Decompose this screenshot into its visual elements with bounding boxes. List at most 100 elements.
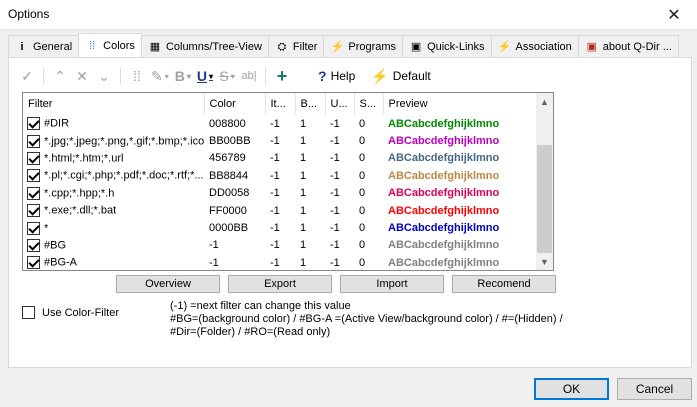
- row-checkbox[interactable]: [27, 221, 40, 235]
- cancel-button[interactable]: Cancel: [617, 378, 692, 400]
- strike-cell: 0: [359, 187, 366, 200]
- tab-filter[interactable]: ⛭ Filter: [267, 35, 325, 57]
- table-row[interactable]: *.jpg;*.jpeg;*.png,*.gif;*.bmp;*.ico BB0…: [23, 132, 538, 149]
- column-header[interactable]: U...: [325, 93, 355, 115]
- add-icon[interactable]: +: [271, 65, 293, 87]
- tab-label: Programs: [348, 40, 397, 53]
- tab-general[interactable]: i General: [8, 35, 80, 57]
- table-row[interactable]: *.html;*.htm;*.url 456789 -1 1 -1 0 ABCa…: [23, 150, 538, 167]
- recomend-button[interactable]: Recomend: [452, 275, 556, 293]
- use-color-filter-checkbox[interactable]: [22, 306, 35, 319]
- table-row[interactable]: *.pl;*.cgi;*.php;*.pdf;*.doc;*.rtf;*... …: [23, 167, 538, 184]
- tab-label: Filter: [292, 40, 318, 53]
- chevron-down-icon: ▾: [164, 71, 169, 81]
- filter-text: #BG: [44, 239, 67, 252]
- export-button[interactable]: Export: [228, 275, 332, 293]
- underline-cell: -1: [330, 187, 340, 200]
- row-checkbox[interactable]: [27, 117, 40, 131]
- row-checkbox[interactable]: [27, 238, 40, 252]
- chevron-down-icon: ▾: [186, 71, 191, 81]
- delete-icon[interactable]: ✕: [71, 65, 93, 87]
- color-cell: DD0058: [209, 187, 250, 200]
- strikethrough-icon[interactable]: S ▾: [216, 65, 238, 87]
- text-preview-icon[interactable]: ab|: [238, 65, 260, 87]
- use-color-filter-label: Use Color-Filter: [42, 306, 120, 319]
- column-header[interactable]: It...: [265, 93, 296, 115]
- toolbar-separator: [265, 67, 267, 85]
- filter-cell: *.exe;*.dll;*.bat: [23, 202, 204, 219]
- window-title: Options: [8, 7, 50, 21]
- column-header[interactable]: Color: [204, 93, 266, 115]
- ok-button[interactable]: OK: [534, 378, 609, 400]
- default-button[interactable]: ⚡ Default: [368, 65, 433, 87]
- color-filter-table[interactable]: Filter Color It... B... U... S... Previe…: [22, 92, 554, 271]
- strike-cell: 0: [359, 135, 366, 148]
- row-checkbox[interactable]: [27, 134, 40, 148]
- column-header[interactable]: B...: [295, 93, 326, 115]
- row-checkbox[interactable]: [27, 186, 40, 200]
- check-icon[interactable]: ✓: [16, 65, 38, 87]
- italic-cell: -1: [270, 117, 280, 130]
- bold-cell: 1: [300, 239, 307, 252]
- scroll-down-icon[interactable]: ▼: [536, 253, 553, 270]
- row-checkbox[interactable]: [27, 169, 40, 183]
- table-action-buttons: Overview Export Import Recomend: [116, 275, 556, 293]
- table-row[interactable]: #BG -1 -1 1 -1 0 ABCabcdefghijklmno: [23, 237, 538, 254]
- close-icon[interactable]: ✕: [651, 0, 697, 30]
- row-checkbox[interactable]: [27, 204, 40, 218]
- use-color-filter-option[interactable]: Use Color-Filter: [22, 306, 119, 319]
- tab-association[interactable]: ⚡ Association: [490, 35, 579, 57]
- filter-cell: #DIR: [23, 115, 204, 132]
- column-header[interactable]: Preview: [383, 93, 539, 115]
- filter-text: *: [44, 221, 49, 234]
- preview-cell: ABCabcdefghijklmno: [388, 152, 500, 165]
- tab-columns-tree-view[interactable]: ▦ Columns/Tree-View: [140, 35, 269, 57]
- help-button[interactable]: ? Help: [315, 65, 358, 87]
- table-row[interactable]: * 0000BB -1 1 -1 0 ABCabcdefghijklmno: [23, 219, 538, 236]
- bold-icon[interactable]: B ▾: [172, 65, 194, 87]
- import-button[interactable]: Import: [340, 275, 444, 293]
- column-header[interactable]: S...: [354, 93, 384, 115]
- row-checkbox[interactable]: [27, 256, 40, 270]
- color-dots-icon[interactable]: ⁞⁞: [126, 65, 148, 87]
- underline-cell: -1: [330, 152, 340, 165]
- column-header[interactable]: Filter: [23, 93, 205, 115]
- preview-cell: ABCabcdefghijklmno: [388, 187, 500, 200]
- move-down-icon[interactable]: ⌄: [93, 65, 115, 87]
- filter-cell: *.jpg;*.jpeg;*.png,*.gif;*.bmp;*.ico: [23, 132, 204, 149]
- filter-cell: *.pl;*.cgi;*.php;*.pdf;*.doc;*.rtf;*...: [23, 167, 204, 184]
- tab-colors[interactable]: ⁞⁞ Colors: [78, 33, 142, 57]
- help-line: (-1) =next filter can change this value: [170, 300, 351, 312]
- table-row[interactable]: *.exe;*.dll;*.bat FF0000 -1 1 -1 0 ABCab…: [23, 202, 538, 219]
- vertical-scrollbar[interactable]: ▲ ▼: [536, 93, 553, 270]
- filter-text: *.html;*.htm;*.url: [44, 152, 124, 165]
- overview-button[interactable]: Overview: [116, 275, 220, 293]
- help-text: (-1) =next filter can change this value …: [170, 300, 590, 339]
- filter-text: #DIR: [44, 117, 70, 130]
- move-up-icon[interactable]: ⌃: [49, 65, 71, 87]
- table-row[interactable]: #DIR 008800 -1 1 -1 0 ABCabcdefghijklmno: [23, 115, 538, 132]
- table-row[interactable]: #BG-A -1 -1 1 -1 0 ABCabcdefghijklmno: [23, 254, 538, 270]
- preview-cell: ABCabcdefghijklmno: [388, 204, 500, 217]
- bold-cell: 1: [300, 256, 307, 269]
- quick-links-icon: ▣: [410, 40, 422, 53]
- scroll-up-icon[interactable]: ▲: [536, 93, 553, 110]
- underline-cell: -1: [330, 204, 340, 217]
- color-cell: BB00BB: [209, 135, 251, 148]
- pen-icon[interactable]: ✎ ▾: [148, 65, 172, 87]
- title-bar: Options ✕: [0, 0, 697, 30]
- tab-quick-links[interactable]: ▣ Quick-Links: [402, 35, 492, 57]
- preview-cell: ABCabcdefghijklmno: [388, 239, 500, 252]
- scroll-thumb[interactable]: [537, 145, 552, 253]
- underline-cell: -1: [330, 117, 340, 130]
- tab-programs[interactable]: ⚡ Programs: [323, 35, 404, 57]
- bold-cell: 1: [300, 117, 307, 130]
- preview-cell: ABCabcdefghijklmno: [388, 222, 500, 235]
- underline-icon[interactable]: U ▾: [194, 65, 216, 87]
- filter-text: *.cpp;*.hpp;*.h: [44, 187, 115, 200]
- italic-cell: -1: [270, 135, 280, 148]
- tab-about[interactable]: ▣ about Q-Dir ...: [577, 35, 679, 57]
- row-checkbox[interactable]: [27, 151, 40, 165]
- table-header: Filter Color It... B... U... S... Previe…: [23, 93, 539, 115]
- table-row[interactable]: *.cpp;*.hpp;*.h DD0058 -1 1 -1 0 ABCabcd…: [23, 185, 538, 202]
